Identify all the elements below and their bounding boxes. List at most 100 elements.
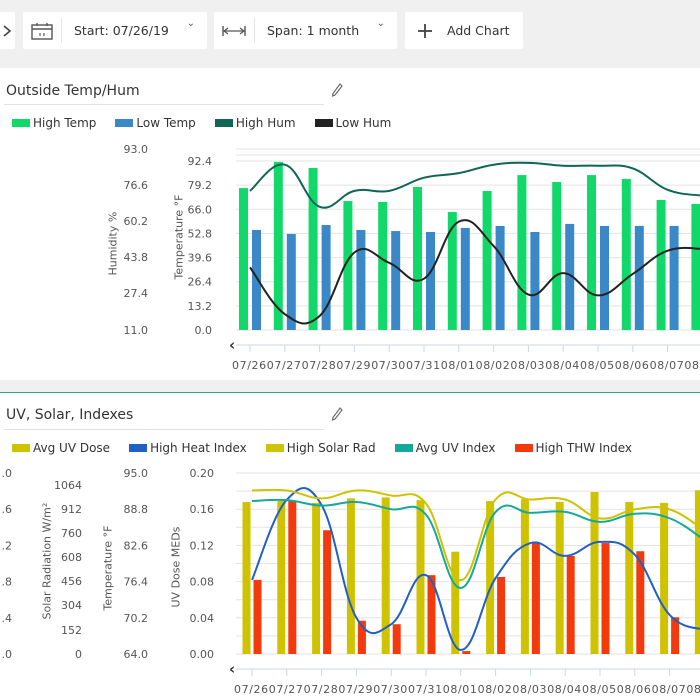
x-tick-label: 07/29 — [338, 683, 373, 696]
x-tick-label: 08/04 — [545, 359, 580, 372]
y-tick-label: .0 — [2, 467, 13, 480]
y-tick-label: 92.4 — [188, 155, 213, 168]
bar-high-thw-index — [497, 576, 506, 654]
y-tick-label: 1064 — [54, 479, 82, 492]
scroll-left-button[interactable]: ‹ — [229, 660, 235, 678]
bar-high-thw-index — [566, 555, 575, 654]
x-tick-label: 08/05 — [582, 683, 617, 696]
start-date-label: Start: 07/26/19 — [74, 23, 169, 38]
divider — [61, 18, 62, 43]
add-chart-button[interactable]: Add Chart — [405, 12, 523, 49]
x-tick-label: 08/04 — [547, 683, 582, 696]
y-tick-label: 60.2 — [124, 215, 149, 228]
toolbar: Start: 07/26/19 ⌄ Span: 1 month ⌄ Add Ch… — [0, 0, 700, 65]
bar-high-temp — [621, 178, 631, 330]
bar-low-temp — [460, 227, 470, 330]
y-tick-label: 39.6 — [188, 252, 213, 265]
y-tick-label: 0.16 — [190, 503, 215, 516]
bar-avg-uv-dose — [242, 501, 251, 654]
x-tick-label: 08/03 — [510, 359, 545, 372]
bar-high-temp — [587, 175, 596, 330]
y-tick-label: 64.0 — [124, 648, 149, 661]
x-tick-label: 08/03 — [512, 683, 547, 696]
x-tick-label: 07/30 — [373, 683, 408, 696]
x-tick-label: 08/ — [686, 683, 700, 696]
y-tick-label: 0 — [75, 648, 82, 661]
bar-avg-uv-dose — [486, 501, 495, 654]
x-tick-label: 08/01 — [441, 359, 476, 372]
bar-high-temp — [552, 182, 562, 330]
y-tick-label: 76.6 — [124, 179, 149, 192]
bar-high-temp — [413, 186, 422, 330]
bar-high-temp — [691, 203, 700, 330]
scroll-left-button[interactable]: ‹ — [229, 336, 235, 354]
y-tick-label: 304 — [61, 599, 82, 612]
x-tick-label: 08/06 — [615, 359, 650, 372]
chart-panel-uv-solar: UV, Solar, Indexes Avg UV Dose High Heat … — [0, 393, 700, 700]
bar-avg-uv-dose — [555, 501, 564, 654]
y-tick-label: 26.4 — [188, 276, 213, 289]
y-tick-label: .8 — [2, 576, 13, 589]
chart-panel-temp-hum: Outside Temp/Hum High Temp Low Temp High H… — [0, 68, 700, 380]
y-tick-label: 66.0 — [188, 203, 213, 216]
x-tick-label: 07/28 — [304, 683, 339, 696]
bar-avg-uv-dose — [277, 501, 286, 654]
bar-low-temp — [669, 225, 679, 330]
bar-low-temp — [495, 225, 505, 330]
bar-low-temp — [356, 229, 366, 330]
bar-high-thw-index — [531, 543, 540, 654]
bar-avg-uv-dose — [346, 498, 355, 654]
chevron-right-icon — [3, 24, 12, 37]
x-tick-label: 08/02 — [476, 359, 511, 372]
y-tick-label: 11.0 — [124, 324, 149, 337]
uv-solar-chart: 07/26 07/27 07/28 07/29 07/30 07/31 08/01 08/02… — [2, 467, 700, 696]
x-tick-label: 08/06 — [617, 683, 652, 696]
y-tick-label: 27.4 — [124, 287, 149, 300]
bar-high-temp — [378, 201, 388, 330]
y-tick-label: .0 — [2, 648, 13, 661]
bar-low-temp — [634, 225, 644, 330]
y-tick-label: 93.0 — [124, 143, 149, 156]
bar-high-thw-index — [323, 530, 332, 654]
x-tick-label: 07/29 — [336, 359, 371, 372]
bar-high-temp — [239, 188, 248, 330]
start-date-dropdown[interactable]: Start: 07/26/19 ⌄ — [23, 12, 207, 49]
chevron-down-icon: ⌄ — [186, 18, 195, 29]
bar-high-thw-index — [392, 624, 401, 654]
next-period-button[interactable] — [0, 12, 15, 49]
y-tick-label: 456 — [61, 575, 82, 588]
x-tick-label: 07/27 — [267, 359, 302, 372]
bar-high-thw-index — [601, 543, 610, 654]
span-arrows-icon — [222, 25, 246, 36]
x-tick-label: 08/07 — [652, 683, 687, 696]
y-tick-label: 13.2 — [188, 300, 213, 313]
plus-icon — [418, 23, 432, 38]
y-tick-label: .4 — [2, 612, 13, 625]
divider — [254, 18, 255, 43]
bar-high-temp — [656, 199, 666, 330]
y-tick-label: 0.12 — [190, 539, 215, 552]
y-tick-label: 70.2 — [124, 612, 149, 625]
x-tick-label: 07/31 — [408, 683, 443, 696]
y-tick-label: 76.4 — [124, 576, 149, 589]
y-tick-label: .2 — [2, 539, 13, 552]
y-tick-label: 82.6 — [124, 539, 149, 552]
bar-high-thw-index — [462, 651, 471, 654]
bar-high-temp — [517, 175, 527, 330]
chevron-down-icon: ⌄ — [376, 18, 385, 29]
bar-low-temp — [391, 231, 401, 330]
y-tick-label: 79.2 — [188, 179, 213, 192]
y-tick-label: 912 — [61, 503, 82, 516]
bar-high-thw-index — [288, 501, 297, 654]
x-tick-label: 07/26 — [232, 359, 267, 372]
y-tick-label: 608 — [61, 551, 82, 564]
y-tick-label: 52.8 — [188, 227, 213, 240]
temp-hum-chart: 07/26 07/27 07/28 07/29 07/30 07/31 08/01 08/02… — [124, 143, 700, 372]
y-tick-label: 43.8 — [124, 251, 149, 264]
add-chart-label: Add Chart — [447, 23, 510, 38]
span-dropdown[interactable]: Span: 1 month ⌄ — [214, 12, 397, 49]
x-tick-label: 08/07 — [650, 359, 685, 372]
y-tick-label: 88.8 — [124, 503, 149, 516]
x-tick-label: 07/28 — [302, 359, 337, 372]
bar-high-thw-index — [253, 579, 262, 654]
